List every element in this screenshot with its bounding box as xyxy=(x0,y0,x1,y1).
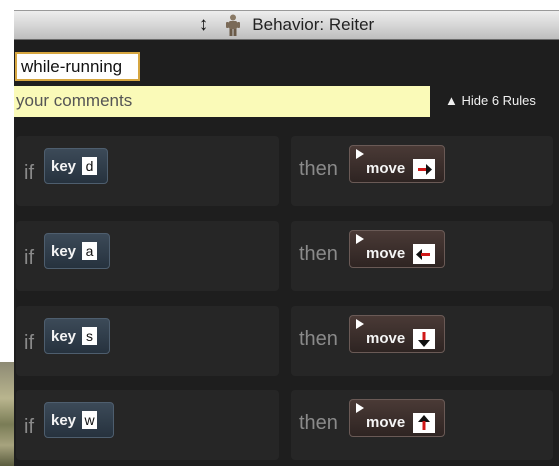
move-label: move xyxy=(366,414,406,431)
rule-action[interactable]: then move xyxy=(291,390,553,460)
window-title: Behavior: Reiter xyxy=(252,15,375,34)
then-keyword: then xyxy=(299,412,338,434)
then-keyword: then xyxy=(299,158,338,180)
key-sensor-tile[interactable]: key a xyxy=(44,233,110,269)
scenery-image xyxy=(0,362,14,466)
arrow-right-icon[interactable] xyxy=(413,159,435,179)
move-action-tile[interactable]: move xyxy=(349,145,445,183)
behavior-editor-panel: ↕ Behavior: Reiter while-running your co… xyxy=(14,0,559,466)
key-value[interactable]: w xyxy=(82,411,98,429)
play-icon[interactable] xyxy=(356,149,364,159)
move-action-tile[interactable]: move xyxy=(349,399,445,437)
key-sensor-tile[interactable]: key d xyxy=(44,148,108,184)
key-label: key xyxy=(51,242,77,260)
titlebar-margin xyxy=(14,0,559,10)
key-value[interactable]: d xyxy=(82,157,98,175)
move-label: move xyxy=(366,160,406,177)
move-action-tile[interactable]: move xyxy=(349,230,445,268)
play-icon[interactable] xyxy=(356,234,364,244)
play-icon[interactable] xyxy=(356,319,364,329)
title-bar[interactable]: ↕ Behavior: Reiter xyxy=(14,10,559,40)
robot-icon xyxy=(226,14,241,36)
rule-action[interactable]: then move xyxy=(291,221,553,291)
if-keyword: if xyxy=(24,332,34,354)
rule-condition[interactable]: if key w xyxy=(16,390,279,460)
key-label: key xyxy=(51,157,77,175)
rule-condition[interactable]: if key d xyxy=(16,136,279,206)
move-label: move xyxy=(366,330,406,347)
rule-action[interactable]: then move xyxy=(291,306,553,376)
rule-condition[interactable]: if key s xyxy=(16,306,279,376)
key-sensor-tile[interactable]: key w xyxy=(44,402,114,438)
play-icon[interactable] xyxy=(356,403,364,413)
resize-vertical-icon[interactable]: ↕ xyxy=(199,14,209,36)
arrow-down-icon[interactable] xyxy=(413,329,435,349)
then-keyword: then xyxy=(299,328,338,350)
if-keyword: if xyxy=(24,162,34,184)
key-value[interactable]: a xyxy=(82,242,98,260)
key-sensor-tile[interactable]: key s xyxy=(44,318,110,354)
behavior-name-field[interactable]: while-running xyxy=(15,52,140,81)
move-label: move xyxy=(366,245,406,262)
arrow-left-icon[interactable] xyxy=(413,244,435,264)
comments-field[interactable]: your comments xyxy=(14,86,430,117)
rule-condition[interactable]: if key a xyxy=(16,221,279,291)
if-keyword: if xyxy=(24,416,34,438)
background-scene xyxy=(0,0,14,466)
if-keyword: if xyxy=(24,247,34,269)
arrow-up-icon[interactable] xyxy=(413,413,435,433)
key-label: key xyxy=(51,411,77,429)
key-label: key xyxy=(51,327,77,345)
then-keyword: then xyxy=(299,243,338,265)
rule-action[interactable]: then move xyxy=(291,136,553,206)
move-action-tile[interactable]: move xyxy=(349,315,445,353)
hide-rules-button[interactable]: ▲ Hide 6 Rules xyxy=(445,93,536,108)
key-value[interactable]: s xyxy=(82,327,98,345)
